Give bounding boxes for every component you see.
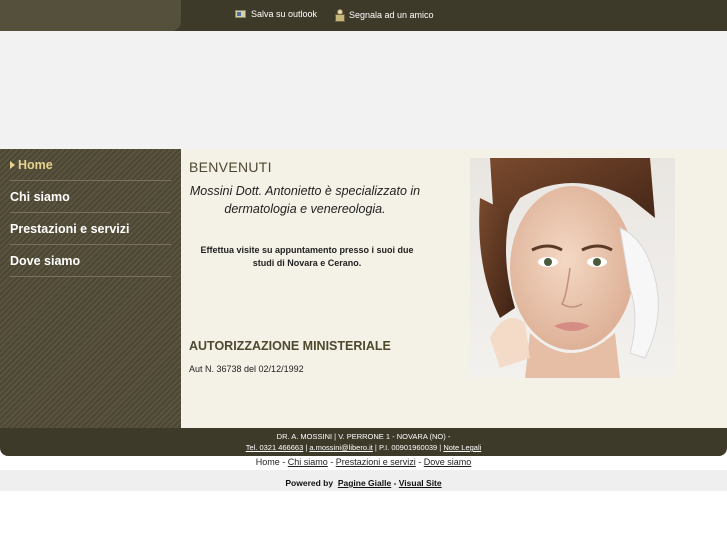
footer-contacts: Tel. 0321 466663 | a.mossini@libero.it |… [0, 443, 727, 452]
sidebar: Home Chi siamo Prestazioni e servizi Dov… [0, 149, 181, 428]
face-illustration [479, 158, 659, 378]
tell-friend-link[interactable]: Segnala ad un amico [334, 9, 434, 22]
bottom-nav: Home - Chi siamo - Prestazioni e servizi… [0, 457, 727, 467]
person-icon [334, 9, 345, 22]
header-banner [0, 31, 727, 149]
powered-by: Powered by Pagine Gialle - Visual Site [0, 478, 727, 488]
footer-phone-link[interactable]: Tel. 0321 466663 [246, 443, 304, 452]
page-title: BENVENUTI [189, 159, 272, 175]
bottom-nav-separator: - [415, 457, 424, 467]
top-bar-left-tab [0, 0, 181, 31]
sidebar-item-label: Chi siamo [10, 189, 70, 204]
bottom-nav-chi-siamo[interactable]: Chi siamo [288, 457, 328, 467]
top-bar: Salva su outlook Segnala ad un amico [0, 0, 727, 31]
authorization-heading: AUTORIZZAZIONE MINISTERIALE [189, 339, 391, 353]
tell-friend-label: Segnala ad un amico [349, 9, 434, 20]
arrow-right-icon [10, 160, 15, 169]
footer-bar: DR. A. MOSSINI | V. PERRONE 1 - NOVARA (… [0, 428, 727, 456]
visits-text: Effettua visite su appuntamento presso i… [200, 245, 414, 268]
bottom-nav-separator: - [279, 457, 288, 467]
footer-email-link[interactable]: a.mossini@libero.it [309, 443, 372, 452]
footer-vat: | P.I. 00901960039 | [372, 443, 444, 452]
bottom-nav-home[interactable]: Home [256, 457, 280, 467]
visual-site-link[interactable]: Visual Site [399, 478, 442, 488]
save-outlook-label: Salva su outlook [251, 9, 318, 19]
sidebar-item-dove-siamo[interactable]: Dove siamo [10, 245, 171, 277]
sidebar-item-chi-siamo[interactable]: Chi siamo [10, 181, 171, 213]
powered-by-label: Powered by [285, 478, 334, 488]
bottom-nav-separator: - [327, 457, 336, 467]
sidebar-item-label: Dove siamo [10, 253, 81, 268]
powered-separator: - [391, 478, 399, 488]
sidebar-item-home[interactable]: Home [10, 149, 171, 181]
sidebar-item-label: Prestazioni e servizi [10, 221, 130, 236]
authorization-text: Aut N. 36738 del 02/12/1992 [189, 364, 304, 374]
sidebar-item-label: Home [18, 157, 53, 172]
sidebar-item-prestazioni[interactable]: Prestazioni e servizi [10, 213, 171, 245]
pagine-gialle-link[interactable]: Pagine Gialle [338, 478, 391, 488]
footer-legal-link[interactable]: Note Legali [443, 443, 481, 452]
bottom-nav-prestazioni[interactable]: Prestazioni e servizi [336, 457, 416, 467]
outlook-icon [235, 10, 246, 18]
intro-text: Mossini Dott. Antonietto è specializzato… [189, 184, 421, 216]
face-photo [470, 158, 675, 378]
bottom-nav-dove-siamo[interactable]: Dove siamo [424, 457, 472, 467]
save-outlook-link[interactable]: Salva su outlook [235, 9, 317, 19]
footer-address: DR. A. MOSSINI | V. PERRONE 1 - NOVARA (… [276, 432, 451, 441]
